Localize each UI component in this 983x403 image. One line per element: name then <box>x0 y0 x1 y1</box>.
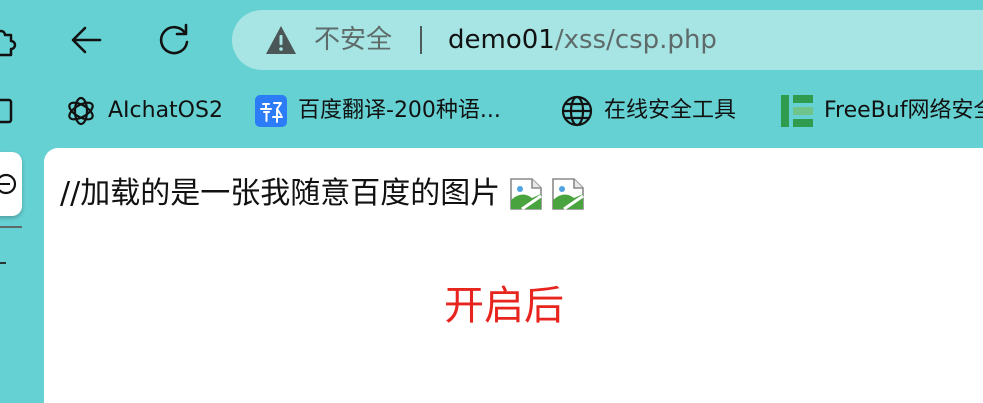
page-content: //加载的是一张我随意百度的图片 开启后 <box>44 148 983 403</box>
sidebar-mark <box>0 262 6 264</box>
bookmark-online-security-tools[interactable]: 在线安全工具 <box>560 92 736 130</box>
bookmark-icon <box>0 94 20 128</box>
reload-button[interactable] <box>150 16 198 64</box>
content-line: //加载的是一张我随意百度的图片 <box>60 174 586 214</box>
sidebar-divider <box>0 226 22 228</box>
url-path: /xss/csp.php <box>554 25 717 55</box>
security-status-text[interactable]: 不安全 <box>314 23 392 57</box>
broken-image-icon <box>552 178 585 211</box>
arrow-left-icon <box>71 26 102 54</box>
puzzle-icon <box>0 29 17 57</box>
comment-text: //加载的是一张我随意百度的图片 <box>60 176 501 211</box>
page-heading: 开启后 <box>444 283 564 329</box>
bookmarks-bar: AIchatOS2 百度翻译-200种语... 在线安全工具 FreeBuf网络… <box>0 84 983 138</box>
openai-logo-icon <box>64 94 98 128</box>
reload-icon <box>159 23 189 55</box>
url-text[interactable]: demo01/xss/csp.php <box>448 23 717 57</box>
copilot-icon <box>0 173 17 195</box>
back-button[interactable] <box>62 16 110 64</box>
warning-icon[interactable] <box>264 24 298 56</box>
bookmark-label: FreeBuf网络安全 <box>824 98 983 123</box>
bookmark-freebuf[interactable]: FreeBuf网络安全 <box>780 92 983 130</box>
bookmark-baidu-translate[interactable]: 百度翻译-200种语... <box>254 92 501 130</box>
bookmark-label: AIchatOS2 <box>108 98 223 123</box>
freebuf-logo-icon <box>780 94 814 128</box>
bookmark-label: 百度翻译-200种语... <box>298 98 501 123</box>
url-host: demo01 <box>448 25 555 55</box>
bookmark-label: 在线安全工具 <box>604 98 737 123</box>
globe-icon <box>560 94 594 128</box>
broken-image-icon <box>510 178 543 211</box>
address-bar[interactable]: 不安全 demo01/xss/csp.php <box>232 10 983 70</box>
extensions-button[interactable] <box>0 16 26 64</box>
baidu-translate-icon <box>254 94 288 128</box>
bookmark-aichatos2[interactable]: AIchatOS2 <box>64 92 223 130</box>
browser-toolbar: 不安全 demo01/xss/csp.php <box>0 0 983 80</box>
address-bar-divider <box>420 26 422 54</box>
sidebar-panel-button[interactable] <box>0 152 22 216</box>
bookmark-partial[interactable] <box>0 92 30 130</box>
